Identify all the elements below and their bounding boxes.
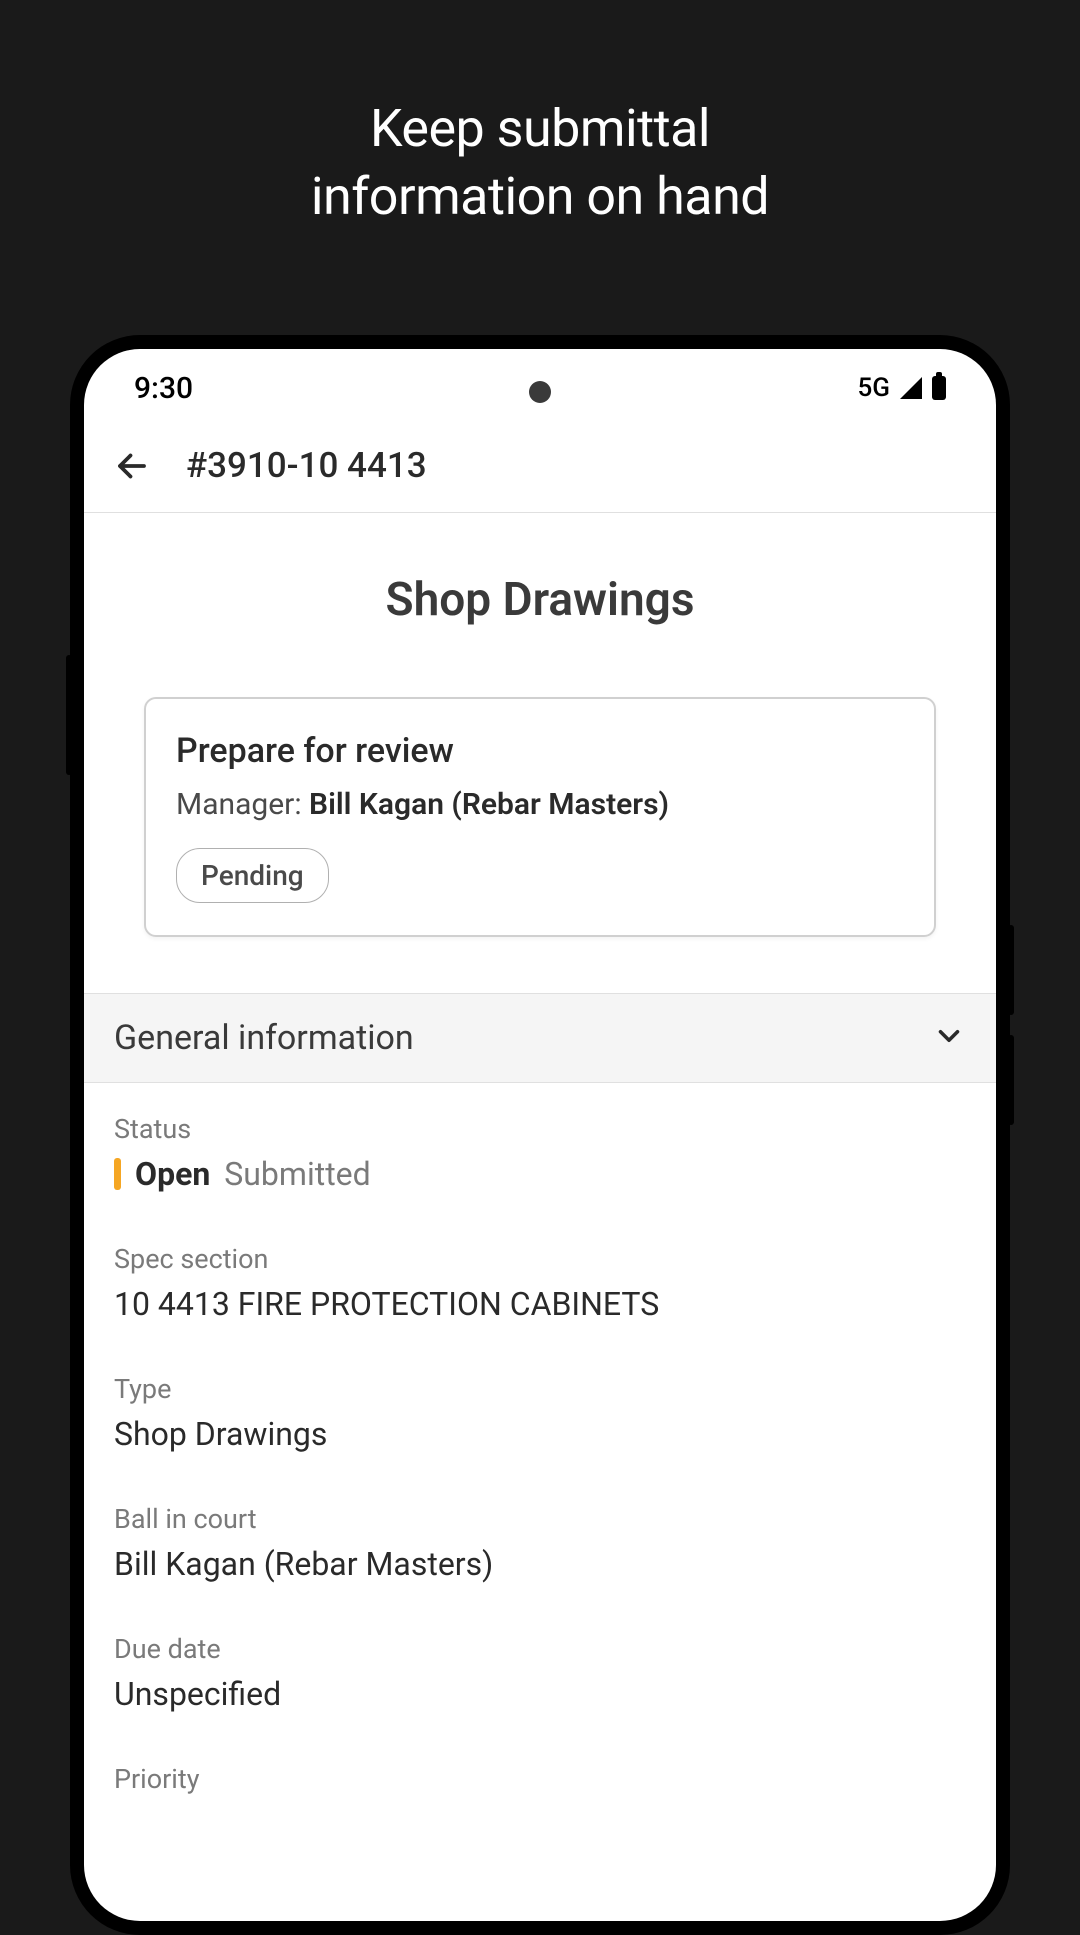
promo-title: Keep submittal information on hand [0,0,1080,230]
section-header-general-info[interactable]: General information [84,993,996,1083]
battery-icon [932,376,946,400]
network-label: 5G [858,373,891,403]
manager-label: Manager: [176,787,309,822]
phone-screen: 9:30 5G #3910-10 4413 Shop Drawings Prep… [84,349,996,1921]
review-card-title: Prepare for review [176,731,904,771]
phone-frame: 9:30 5G #3910-10 4413 Shop Drawings Prep… [70,335,1010,1935]
info-label: Ball in court [114,1503,966,1535]
arrow-left-icon [114,448,150,484]
status-time: 9:30 [134,371,193,406]
info-value: 10 4413 FIRE PROTECTION CABINETS [114,1285,966,1323]
info-list: Status Open Submitted Spec section 10 44… [84,1083,996,1825]
status-open-value: Open [135,1155,210,1193]
info-value: Unspecified [114,1675,966,1713]
info-item-status: Status Open Submitted [114,1083,966,1213]
status-right: 5G [858,373,947,403]
info-item-due-date: Due date Unspecified [114,1603,966,1733]
info-label: Due date [114,1633,966,1665]
info-value: Shop Drawings [114,1415,966,1453]
page-title: Shop Drawings [84,513,996,667]
phone-side-button [1008,925,1014,1015]
info-item-ball-in-court: Ball in court Bill Kagan (Rebar Masters) [114,1473,966,1603]
info-item-spec: Spec section 10 4413 FIRE PROTECTION CAB… [114,1213,966,1343]
review-manager-line: Manager: Bill Kagan (Rebar Masters) [176,787,904,822]
info-label: Type [114,1373,966,1405]
back-button[interactable] [114,448,150,484]
info-label: Priority [114,1763,966,1795]
phone-side-button [1008,1035,1014,1125]
info-label: Status [114,1113,966,1145]
signal-icon [900,377,922,399]
status-row: Open Submitted [114,1155,966,1193]
status-indicator [114,1158,121,1190]
section-title: General information [114,1018,414,1058]
manager-value: Bill Kagan (Rebar Masters) [309,787,669,822]
review-card[interactable]: Prepare for review Manager: Bill Kagan (… [144,697,936,937]
status-substatus: Submitted [224,1155,370,1193]
camera-punch-hole [529,381,551,403]
app-header: #3910-10 4413 [84,419,996,513]
info-item-priority: Priority [114,1733,966,1825]
info-label: Spec section [114,1243,966,1275]
header-title: #3910-10 4413 [186,445,427,486]
phone-side-button [66,655,72,775]
status-pill: Pending [176,848,329,903]
info-value: Bill Kagan (Rebar Masters) [114,1545,966,1583]
chevron-down-icon [932,1019,966,1057]
info-item-type: Type Shop Drawings [114,1343,966,1473]
